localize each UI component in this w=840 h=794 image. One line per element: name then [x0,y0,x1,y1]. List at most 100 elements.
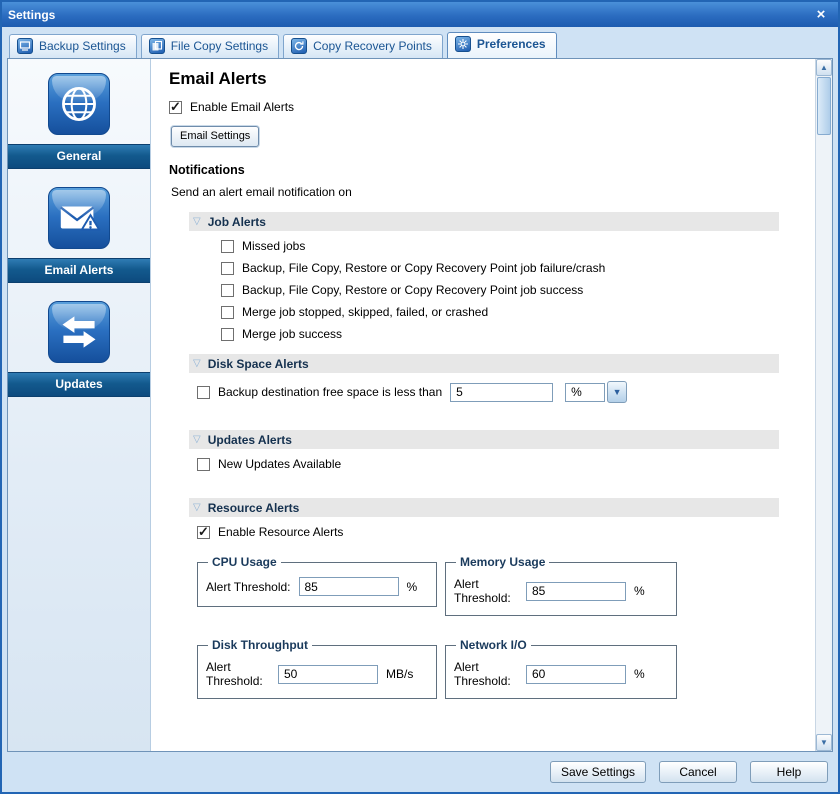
job-alert-row: Backup, File Copy, Restore or Copy Recov… [221,261,779,275]
section-title: Disk Space Alerts [208,357,309,371]
sidebar-item-email-alerts[interactable]: Email Alerts [8,179,150,283]
sidebar: General Email Alerts [8,59,151,751]
tab-label: Backup Settings [39,39,126,53]
email-alert-icon [48,187,110,249]
threshold-row: Alert Threshold: MB/s [206,660,426,688]
section-title: Resource Alerts [208,501,300,515]
threshold-row: Alert Threshold: % [206,577,426,596]
file-copy-settings-icon [149,38,165,54]
group-title: Network I/O [456,638,531,652]
memory-threshold-input[interactable] [526,582,626,601]
merge-success-checkbox[interactable] [221,328,234,341]
threshold-row: Alert Threshold: % [454,577,666,605]
network-io-input[interactable] [526,665,626,684]
window-title: Settings [8,8,810,22]
tab-label: Copy Recovery Points [313,39,432,53]
tab-copy-recovery-points[interactable]: Copy Recovery Points [283,34,443,58]
new-updates-label: New Updates Available [218,457,341,471]
collapse-icon[interactable]: ▽ [193,359,201,369]
threshold-unit: % [634,584,645,598]
group-title: Memory Usage [456,555,549,569]
enable-email-alerts-checkbox[interactable] [169,101,182,114]
enable-resource-alerts-row: Enable Resource Alerts [197,525,779,539]
tab-preferences[interactable]: Preferences [447,32,557,58]
disk-throughput-group: Disk Throughput Alert Threshold: MB/s [197,638,437,699]
save-settings-button[interactable]: Save Settings [550,761,646,783]
updates-icon [48,301,110,363]
job-alert-row: Missed jobs [221,239,779,253]
tab-file-copy-settings[interactable]: File Copy Settings [141,34,279,58]
scrollbar-track[interactable] [816,76,832,734]
tab-backup-settings[interactable]: Backup Settings [9,34,137,58]
sidebar-item-general[interactable]: General [8,65,150,169]
tab-label: Preferences [477,37,546,51]
disk-space-label: Backup destination free space is less th… [218,385,442,399]
email-settings-button[interactable]: Email Settings [171,126,259,147]
job-alert-label: Merge job stopped, skipped, failed, or c… [242,305,488,319]
settings-dialog: Settings × Backup Settings File Copy Set… [0,0,840,794]
dialog-footer: Save Settings Cancel Help [2,752,838,792]
section-title: Updates Alerts [208,433,292,447]
job-alert-row: Backup, File Copy, Restore or Copy Recov… [221,283,779,297]
collapse-icon[interactable]: ▽ [193,503,201,513]
job-alert-label: Merge job success [242,327,342,341]
dialog-body: General Email Alerts [7,58,833,752]
enable-email-alerts-row: Enable Email Alerts [169,100,801,114]
alert-sections: ▽ Job Alerts Missed jobs Backup, File Co… [189,212,779,699]
threshold-unit: % [634,667,645,681]
missed-jobs-checkbox[interactable] [221,240,234,253]
backup-settings-icon [17,38,33,54]
job-alert-label: Backup, File Copy, Restore or Copy Recov… [242,283,583,297]
sidebar-item-label: General [8,144,150,169]
copy-recovery-points-icon [291,38,307,54]
job-alert-label: Backup, File Copy, Restore or Copy Recov… [242,261,605,275]
merge-stopped-checkbox[interactable] [221,306,234,319]
globe-icon [48,73,110,135]
network-io-group: Network I/O Alert Threshold: % [445,638,677,699]
disk-space-unit-value[interactable]: % [565,383,605,402]
new-updates-row: New Updates Available [197,457,779,471]
disk-throughput-input[interactable] [278,665,378,684]
job-alert-row: Merge job stopped, skipped, failed, or c… [221,305,779,319]
enable-email-alerts-label: Enable Email Alerts [190,100,294,114]
cpu-threshold-input[interactable] [299,577,399,596]
tab-strip: Backup Settings File Copy Settings Copy … [2,27,838,58]
sidebar-item-updates[interactable]: Updates [8,293,150,397]
sidebar-item-label: Email Alerts [8,258,150,283]
close-icon[interactable]: × [810,6,832,24]
enable-resource-alerts-checkbox[interactable] [197,526,210,539]
cpu-usage-group: CPU Usage Alert Threshold: % [197,555,437,607]
memory-usage-group: Memory Usage Alert Threshold: % [445,555,677,616]
threshold-unit: MB/s [386,667,413,681]
resource-alerts-header: ▽ Resource Alerts [189,498,779,517]
cancel-button[interactable]: Cancel [659,761,737,783]
disk-space-checkbox[interactable] [197,386,210,399]
scroll-down-icon[interactable]: ▼ [816,734,832,751]
resource-threshold-groups: CPU Usage Alert Threshold: % Memory Usag… [197,555,779,699]
help-button[interactable]: Help [750,761,828,783]
disk-space-threshold-input[interactable] [450,383,553,402]
threshold-label: Alert Threshold: [454,577,518,605]
job-success-checkbox[interactable] [221,284,234,297]
section-title: Job Alerts [208,215,266,229]
enable-resource-alerts-label: Enable Resource Alerts [218,525,343,539]
vertical-scrollbar: ▲ ▼ [815,59,832,751]
job-failure-checkbox[interactable] [221,262,234,275]
job-alerts-header: ▽ Job Alerts [189,212,779,231]
tab-label: File Copy Settings [171,39,268,53]
preferences-icon [455,36,471,52]
chevron-down-icon[interactable]: ▼ [607,381,627,403]
job-alert-row: Merge job success [221,327,779,341]
disk-space-alerts-header: ▽ Disk Space Alerts [189,354,779,373]
sidebar-item-label: Updates [8,372,150,397]
job-alert-label: Missed jobs [242,239,305,253]
scrollbar-thumb[interactable] [817,77,831,135]
new-updates-checkbox[interactable] [197,458,210,471]
threshold-label: Alert Threshold: [206,660,270,688]
collapse-icon[interactable]: ▽ [193,217,201,227]
notifications-caption: Send an alert email notification on [171,185,801,199]
group-title: CPU Usage [208,555,281,569]
scroll-up-icon[interactable]: ▲ [816,59,832,76]
collapse-icon[interactable]: ▽ [193,435,201,445]
threshold-row: Alert Threshold: % [454,660,666,688]
